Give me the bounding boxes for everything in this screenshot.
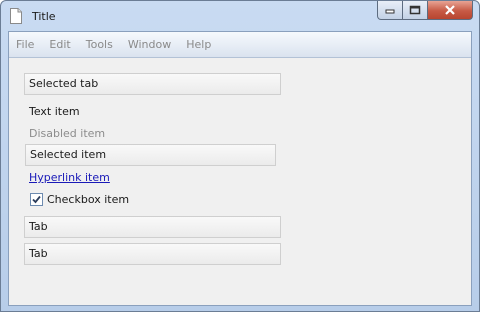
disabled-item: Disabled item <box>29 127 106 140</box>
menu-window[interactable]: Window <box>121 38 179 51</box>
title-bar[interactable]: Title <box>1 1 479 31</box>
hyperlink-item[interactable]: Hyperlink item <box>29 171 110 184</box>
menu-tools[interactable]: Tools <box>79 38 121 51</box>
menu-file[interactable]: File <box>9 38 42 51</box>
menu-help[interactable]: Help <box>179 38 219 51</box>
close-icon <box>445 5 455 15</box>
app-window: Title File Edit Tools Window Help Select… <box>0 0 480 312</box>
tab-1[interactable]: Tab <box>24 216 281 238</box>
client-area: File Edit Tools Window Help Selected tab… <box>8 31 472 306</box>
checkbox-label[interactable]: Checkbox item <box>47 193 129 206</box>
checkbox[interactable] <box>30 193 43 206</box>
minimize-button[interactable] <box>377 1 403 20</box>
checkmark-icon <box>32 195 41 204</box>
maximize-icon <box>409 5 421 15</box>
selected-tab[interactable]: Selected tab <box>24 73 281 95</box>
tab-2[interactable]: Tab <box>24 243 281 265</box>
window-title: Title <box>32 10 56 23</box>
menu-bar: File Edit Tools Window Help <box>9 32 471 58</box>
maximize-button[interactable] <box>403 1 428 20</box>
minimize-icon <box>385 9 395 14</box>
document-icon <box>10 8 22 24</box>
menu-edit[interactable]: Edit <box>42 38 78 51</box>
selected-item[interactable]: Selected item <box>25 144 276 166</box>
text-item: Text item <box>29 105 80 118</box>
close-button[interactable] <box>428 1 473 20</box>
